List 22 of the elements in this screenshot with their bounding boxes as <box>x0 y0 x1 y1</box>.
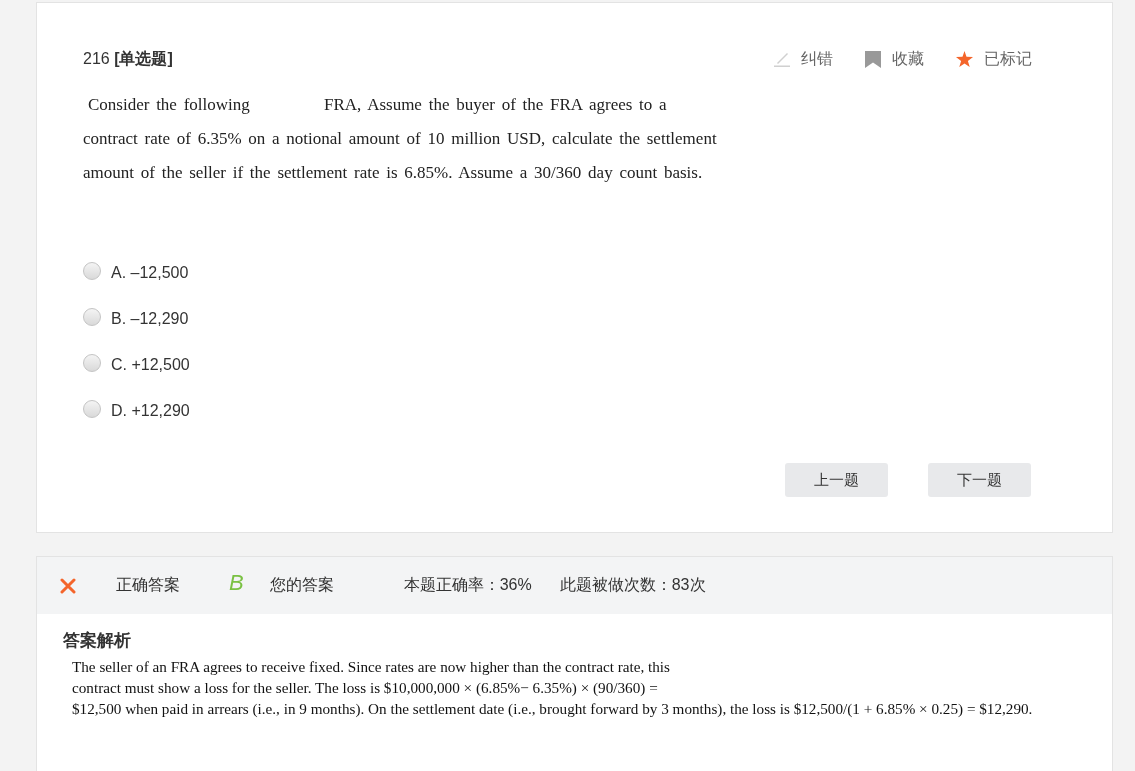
analysis-text: The seller of an FRA agrees to receive fixed. Since rates are now higher than the contract rate, this contract must show a loss for the seller. The loss is $10,000,000 × (6.85%− 6.35%) × (90/360) = $12,500 when paid in arrears (i.e., in 9 months). On the settlement date (i.e., brought forward by 3 months), the loss is $12,500/(1 + 6.85% × 0.25) = $12,290. <box>72 657 1033 719</box>
option-text[interactable]: A. –12,500 <box>111 264 189 282</box>
stat-text: 本题正确率：36% <box>403 575 532 595</box>
radio-button[interactable] <box>83 262 101 280</box>
stat-text: 此题被做次数：83次 <box>559 575 706 595</box>
next-button[interactable]: 下一题 <box>928 463 1031 497</box>
analysis-heading: 答案解析 <box>63 630 131 652</box>
report-error-button[interactable]: 纠错 <box>774 48 833 70</box>
answer-label: 您的答案 <box>269 575 334 595</box>
radio-button[interactable] <box>83 354 101 372</box>
radio-button[interactable] <box>83 400 101 418</box>
question-title: 216 [单选题] <box>83 48 173 69</box>
question-text: Consider the following FRA, Assume the buyer of the FRA agrees to a contract rate of 6.35% on a notional amount of 10 million USD, calculate the settlement amount of the seller if the settlement rate is 6.85%. Assume a 30/360 day count basis. <box>83 94 717 184</box>
option-text[interactable]: B. –12,290 <box>111 310 189 328</box>
option-text[interactable]: C. +12,500 <box>111 356 190 374</box>
mark-button[interactable]: 已标记 <box>956 48 1032 70</box>
answer-label: 正确答案 <box>116 575 180 595</box>
your-answer-letter: B <box>229 571 244 594</box>
favorite-button[interactable]: 收藏 <box>865 48 924 70</box>
option-text[interactable]: D. +12,290 <box>111 402 190 420</box>
previous-button[interactable]: 上一题 <box>785 463 888 497</box>
radio-button[interactable] <box>83 308 101 326</box>
